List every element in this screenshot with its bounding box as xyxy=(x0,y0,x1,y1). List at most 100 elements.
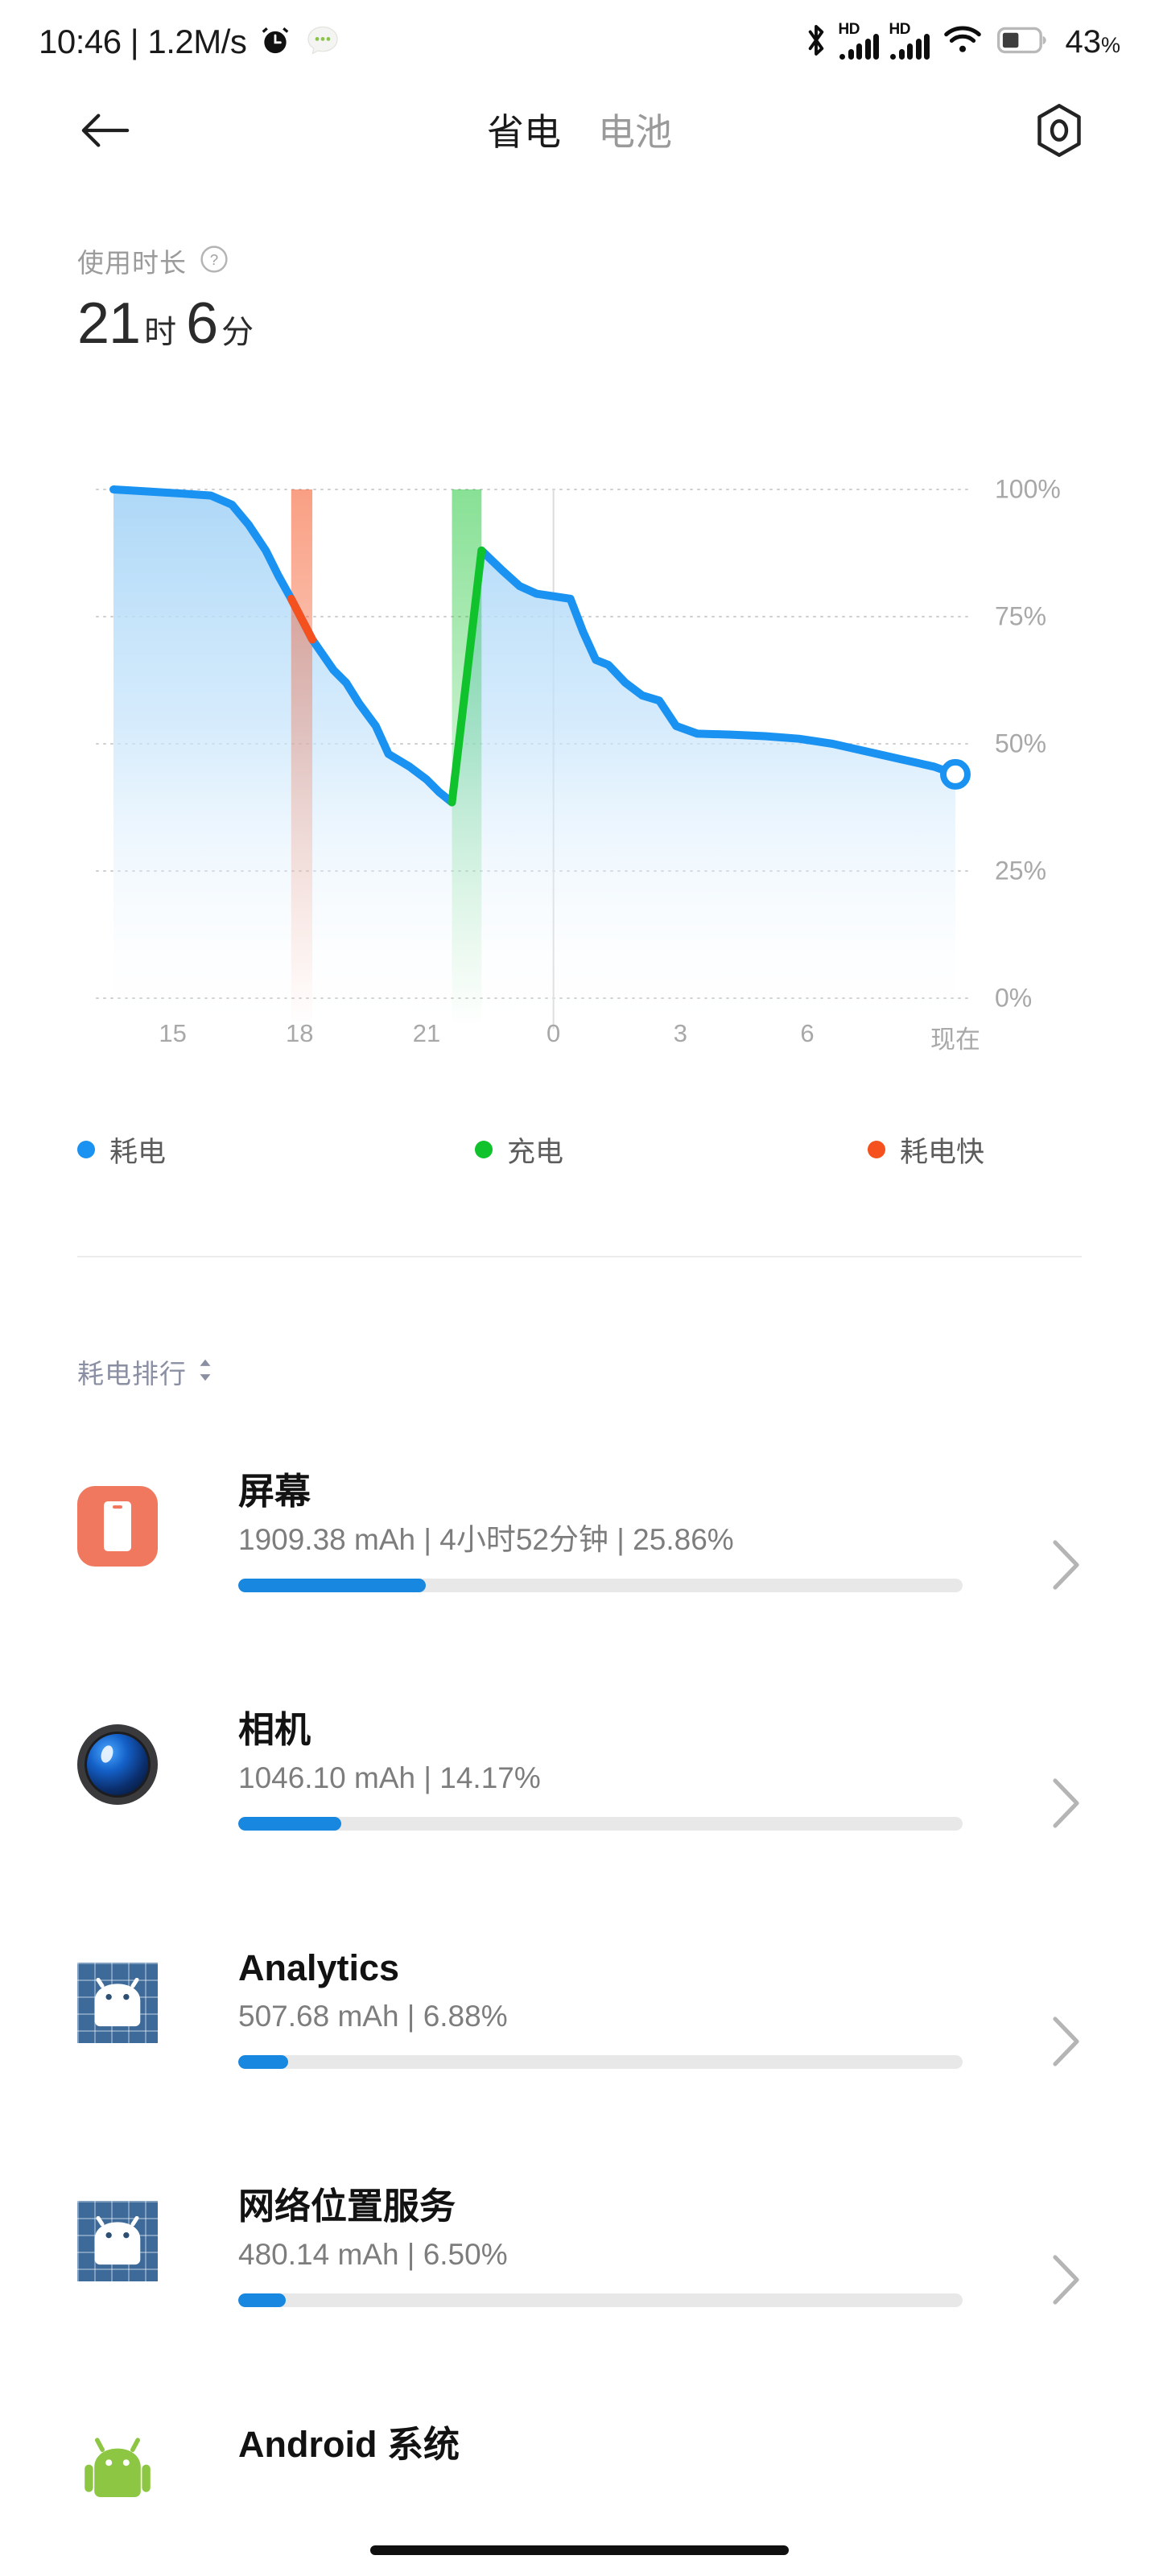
app-usage-detail: 1046.10 mAh | 14.17% xyxy=(238,1761,541,1795)
app-name: Android 系统 xyxy=(238,2424,460,2465)
app-row[interactable]: 网络位置服务 480.14 mAh | 6.50% xyxy=(0,2156,1159,2394)
usage-duration-label-row: 使用时长 ? xyxy=(77,242,263,280)
usage-duration-label: 使用时长 xyxy=(77,248,187,278)
app-usage-progress-track xyxy=(238,2293,963,2308)
app-usage-progress-fill xyxy=(238,1579,426,1593)
sim2-hd-label: HD xyxy=(889,21,910,38)
wifi-icon xyxy=(944,26,982,59)
app-usage-progress-track xyxy=(238,1817,963,1831)
header-tabs: 省电 电池 xyxy=(487,114,672,151)
app-usage-progress-fill xyxy=(238,1817,341,1831)
battery-percentage: 43% xyxy=(1065,24,1120,60)
camera-icon xyxy=(77,1724,158,1805)
battery-history-chart[interactable]: 0% 25% 50% 75% 100% 15 18 21 0 3 6 现在 xyxy=(0,475,1159,1071)
android-robot-blue-icon xyxy=(77,1963,158,2043)
legend-label: 充电 xyxy=(507,1136,564,1168)
status-bar-left: 10:46 | 1.2M/s xyxy=(39,23,340,61)
chart-x-tick-21: 21 xyxy=(412,1019,441,1047)
chart-y-tick-25: 25% xyxy=(995,856,1047,886)
svg-text:?: ? xyxy=(210,251,218,268)
app-usage-detail: 480.14 mAh | 6.50% xyxy=(238,2238,508,2272)
alarm-clock-icon xyxy=(259,24,291,60)
app-usage-progress-track xyxy=(238,1579,963,1593)
legend-dot-icon xyxy=(475,1141,493,1158)
sim1-hd-label: HD xyxy=(838,21,860,38)
section-divider xyxy=(77,1256,1082,1257)
app-name: 屏幕 xyxy=(238,1471,311,1512)
chart-y-tick-100: 100% xyxy=(995,474,1061,504)
chart-y-axis-labels: 0% 25% 50% 75% 100% xyxy=(995,474,1107,1013)
back-button[interactable] xyxy=(77,104,134,160)
app-usage-progress-fill xyxy=(238,2055,288,2070)
app-info: 相机 1046.10 mAh | 14.17% xyxy=(238,1708,1038,1831)
battery-percent-sign: % xyxy=(1100,32,1120,57)
usage-hours: 21 xyxy=(77,291,141,356)
sort-updown-icon[interactable] xyxy=(195,1356,216,1388)
chart-x-tick-3: 3 xyxy=(673,1019,687,1047)
message-bubble-icon xyxy=(306,25,340,60)
app-name: 相机 xyxy=(238,1709,311,1750)
chevron-right-icon[interactable] xyxy=(1050,2016,1082,2067)
chart-y-tick-0: 0% xyxy=(995,983,1033,1013)
usage-minutes-unit: 分 xyxy=(221,315,254,350)
tab-power-saving[interactable]: 省电 xyxy=(487,114,561,151)
status-bar: 10:46 | 1.2M/s HD HD 43% xyxy=(0,0,1159,84)
app-usage-progress-fill xyxy=(238,2293,286,2308)
chart-x-tick-6: 6 xyxy=(800,1019,815,1047)
screen-icon xyxy=(77,1486,158,1567)
chevron-right-icon[interactable] xyxy=(1050,1777,1082,1829)
legend-label: 耗电快 xyxy=(900,1136,985,1168)
help-question-icon[interactable]: ? xyxy=(200,245,229,278)
legend-dot-icon xyxy=(77,1141,95,1158)
chart-y-tick-50: 50% xyxy=(995,729,1047,758)
chart-x-axis-labels: 15 18 21 0 3 6 现在 xyxy=(0,1019,1159,1067)
chevron-right-icon[interactable] xyxy=(1050,2254,1082,2306)
chart-x-tick-0: 0 xyxy=(547,1019,561,1047)
sim1-signal-icon: HD xyxy=(838,21,880,60)
battery-usage-app-list: 屏幕 1909.38 mAh | 4小时52分钟 | 25.86% 相机 1046.1… xyxy=(0,1441,1159,2576)
gear-icon xyxy=(1031,102,1087,163)
app-info: Analytics 507.68 mAh | 6.88% xyxy=(238,1946,1038,2070)
usage-minutes: 6 xyxy=(186,291,218,356)
app-usage-detail: 1909.38 mAh | 4小时52分钟 | 25.86% xyxy=(238,1523,734,1557)
battery-level-value: 43 xyxy=(1065,23,1101,60)
navigation-bar-handle[interactable] xyxy=(370,2545,789,2555)
sim2-signal-icon: HD xyxy=(889,21,930,60)
app-info: 屏幕 1909.38 mAh | 4小时52分钟 | 25.86% xyxy=(238,1470,1038,1593)
app-row[interactable]: 屏幕 1909.38 mAh | 4小时52分钟 | 25.86% xyxy=(0,1441,1159,1679)
app-usage-detail: 507.68 mAh | 6.88% xyxy=(238,2000,508,2033)
legend-dot-icon xyxy=(868,1141,885,1158)
settings-button[interactable] xyxy=(1029,101,1090,163)
ranking-header[interactable]: 耗电排行 xyxy=(77,1352,216,1391)
chevron-right-icon[interactable] xyxy=(1050,1539,1082,1591)
android-robot-green-icon xyxy=(77,2431,158,2512)
bluetooth-icon xyxy=(804,23,828,62)
legend-item-0: 耗电 xyxy=(77,1129,166,1170)
battery-chart-svg xyxy=(96,485,973,1030)
ranking-title: 耗电排行 xyxy=(77,1359,187,1389)
page-header: 省电 电池 xyxy=(0,84,1159,180)
network-speed: 1.2M/s xyxy=(147,23,247,60)
usage-duration-value: 21 时 6 分 xyxy=(77,295,263,353)
chart-x-tick-15: 15 xyxy=(159,1019,187,1047)
tab-battery[interactable]: 电池 xyxy=(598,114,672,151)
legend-label: 耗电 xyxy=(109,1136,167,1168)
legend-item-2: 耗电快 xyxy=(868,1129,984,1170)
back-arrow-icon xyxy=(80,111,130,154)
chart-x-tick-18: 18 xyxy=(286,1019,314,1047)
usage-hours-unit: 时 xyxy=(144,315,177,350)
chart-x-tick-现在: 现在 xyxy=(930,1026,980,1054)
app-info: 网络位置服务 480.14 mAh | 6.50% xyxy=(238,2185,1038,2308)
status-separator: | xyxy=(121,23,148,60)
status-bar-right: HD HD 43% xyxy=(804,21,1120,62)
status-bar-time-and-speed: 10:46 | 1.2M/s xyxy=(39,23,247,61)
android-robot-blue-icon xyxy=(77,2201,158,2281)
app-usage-progress-track xyxy=(238,2055,963,2070)
app-info: Android 系统 xyxy=(238,2423,1038,2466)
app-row[interactable]: Analytics 507.68 mAh | 6.88% xyxy=(0,1918,1159,2156)
app-name: Analytics xyxy=(238,1947,400,1988)
battery-icon xyxy=(997,27,1047,58)
app-row[interactable]: 相机 1046.10 mAh | 14.17% xyxy=(0,1679,1159,1918)
status-time: 10:46 xyxy=(39,23,122,60)
chart-y-tick-75: 75% xyxy=(995,601,1047,631)
